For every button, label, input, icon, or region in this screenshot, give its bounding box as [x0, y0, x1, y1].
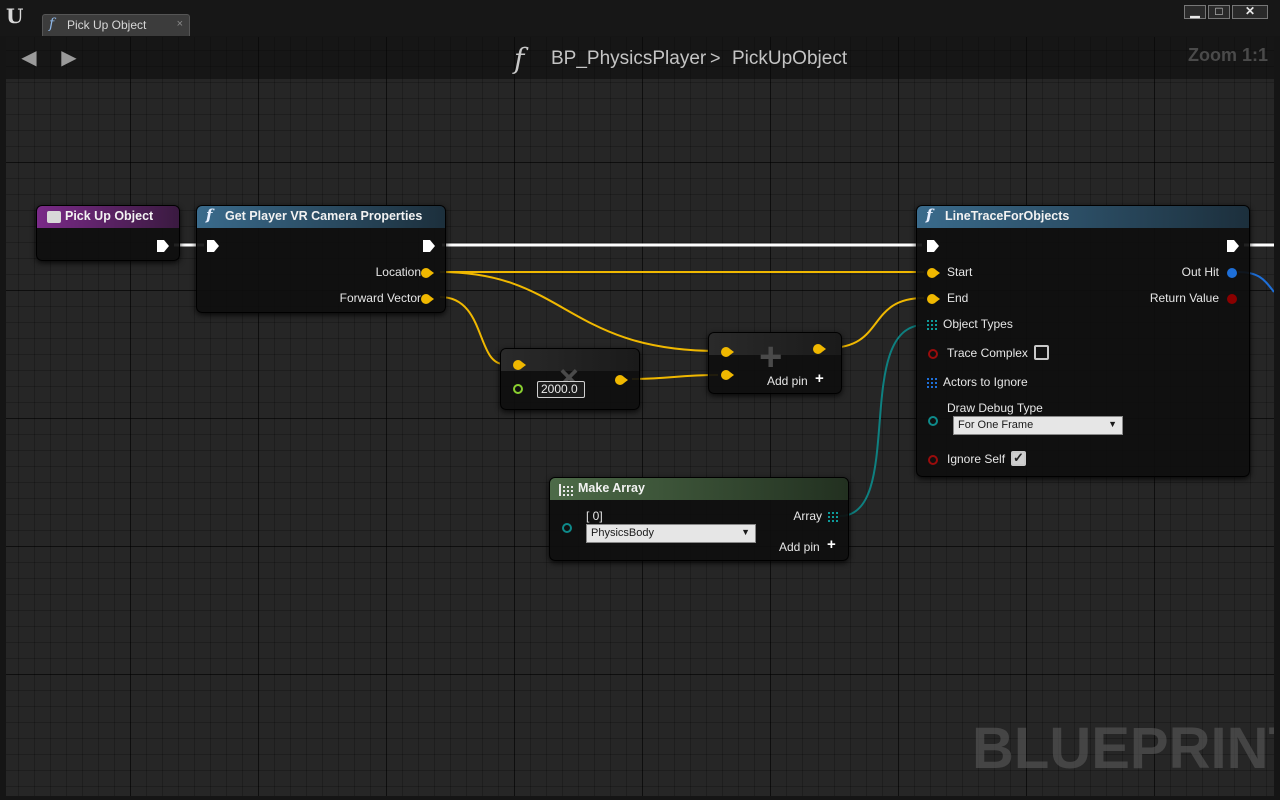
get-camera-properties-node[interactable]: f Get Player VR Camera Properties Locati…: [196, 205, 446, 313]
entry-node[interactable]: Pick Up Object: [36, 205, 180, 261]
maximize-icon: □: [1215, 4, 1223, 18]
close-icon: ✕: [1244, 4, 1256, 18]
function-icon: f: [49, 16, 55, 32]
chevron-down-icon: ▼: [1108, 419, 1117, 429]
draw-debug-type-label: Draw Debug Type: [947, 401, 1043, 415]
multiply-node[interactable]: × 2000.0: [500, 348, 640, 410]
start-label: Start: [947, 265, 973, 279]
make-array-node-title: Make Array: [578, 481, 645, 495]
end-label: End: [947, 291, 969, 305]
forward-vector-pin[interactable]: [421, 294, 434, 304]
draw-debug-type-pin[interactable]: [928, 416, 938, 426]
add-output-pin[interactable]: [813, 344, 826, 354]
array-index-label: [ 0]: [586, 509, 603, 523]
location-label: Location: [375, 265, 421, 279]
trace-complex-label: Trace Complex: [947, 346, 1028, 360]
event-icon: [47, 211, 61, 223]
object-types-label: Object Types: [943, 317, 1013, 331]
minimize-button[interactable]: ▁: [1184, 4, 1206, 19]
trace-complex-pin[interactable]: [928, 349, 938, 359]
return-value-pin[interactable]: [1227, 294, 1237, 304]
add-pin-label[interactable]: Add pin: [779, 540, 820, 554]
camera-node-title: Get Player VR Camera Properties: [225, 209, 423, 223]
multiply-output-pin[interactable]: [615, 375, 628, 385]
actors-to-ignore-label: Actors to Ignore: [943, 375, 1028, 389]
draw-debug-type-dropdown[interactable]: For One Frame ▼: [953, 416, 1123, 435]
physics-body-dropdown[interactable]: PhysicsBody ▼: [586, 524, 756, 543]
vector-wire: [827, 297, 925, 349]
array-output-pin[interactable]: [828, 512, 838, 522]
ignore-self-pin[interactable]: [928, 455, 938, 465]
forward-vector-label: Forward Vector: [339, 291, 421, 305]
make-array-icon: [559, 483, 573, 496]
add-node[interactable]: + Add pin +: [708, 332, 842, 394]
line-trace-node-title: LineTraceForObjects: [945, 209, 1070, 223]
multiply-input-b-pin[interactable]: [513, 384, 523, 394]
multiplier-field[interactable]: 2000.0: [537, 381, 585, 398]
vector-wire: [439, 296, 505, 365]
graph-canvas[interactable]: ◀ ▶ f BP_PhysicsPlayer > PickUpObject Zo…: [6, 37, 1274, 796]
tab-pick-up-object[interactable]: f Pick Up Object ×: [42, 14, 190, 36]
tab-label: Pick Up Object: [67, 18, 147, 32]
add-input-a-pin[interactable]: [721, 347, 734, 357]
multiply-input-a-pin[interactable]: [513, 360, 526, 370]
end-pin[interactable]: [927, 294, 940, 304]
minimize-icon: ▁: [1190, 4, 1200, 18]
ignore-self-label: Ignore Self: [947, 452, 1006, 466]
location-pin[interactable]: [421, 268, 434, 278]
exec-out-pin[interactable]: [423, 240, 435, 252]
add-pin-icon[interactable]: +: [815, 370, 824, 387]
add-pin-icon[interactable]: +: [827, 536, 836, 553]
start-pin[interactable]: [927, 268, 940, 278]
object-type-wire: [839, 324, 925, 517]
object-types-array-pin[interactable]: [927, 320, 937, 330]
chevron-down-icon: ▼: [741, 527, 750, 537]
vector-wire: [631, 374, 719, 380]
title-bar: U f Pick Up Object × ▁ □ ✕: [0, 0, 1280, 36]
function-icon: f: [206, 206, 213, 224]
editor-window: U f Pick Up Object × ▁ □ ✕ ◀ ▶ f BP_Phys…: [0, 0, 1280, 800]
actors-to-ignore-array-pin[interactable]: [927, 378, 937, 388]
close-button[interactable]: ✕: [1232, 4, 1268, 19]
array-element-0-pin[interactable]: [562, 523, 572, 533]
make-array-node[interactable]: Make Array [ 0] PhysicsBody ▼ Array Add …: [549, 477, 849, 561]
entry-node-title: Pick Up Object: [65, 209, 154, 223]
draw-debug-type-value: For One Frame: [958, 419, 1034, 431]
line-trace-node[interactable]: f LineTraceForObjects Start End Object T…: [916, 205, 1250, 477]
out-hit-pin[interactable]: [1227, 268, 1237, 278]
exec-out-pin[interactable]: [157, 240, 169, 252]
physics-body-value: PhysicsBody: [591, 527, 654, 539]
ignore-self-checkbox[interactable]: [1011, 450, 1026, 466]
unreal-logo-icon: U: [6, 4, 24, 28]
out-hit-label: Out Hit: [1181, 265, 1219, 279]
maximize-button[interactable]: □: [1208, 4, 1230, 19]
exec-in-pin[interactable]: [927, 240, 939, 252]
return-value-label: Return Value: [1149, 291, 1219, 305]
tab-close-icon[interactable]: ×: [177, 18, 183, 30]
add-pin-label[interactable]: Add pin: [767, 374, 808, 388]
add-input-b-pin[interactable]: [721, 370, 734, 380]
exec-out-pin[interactable]: [1227, 240, 1239, 252]
array-output-label: Array: [793, 509, 822, 523]
function-icon: f: [926, 206, 933, 224]
exec-in-pin[interactable]: [207, 240, 219, 252]
trace-complex-checkbox[interactable]: [1034, 345, 1049, 360]
